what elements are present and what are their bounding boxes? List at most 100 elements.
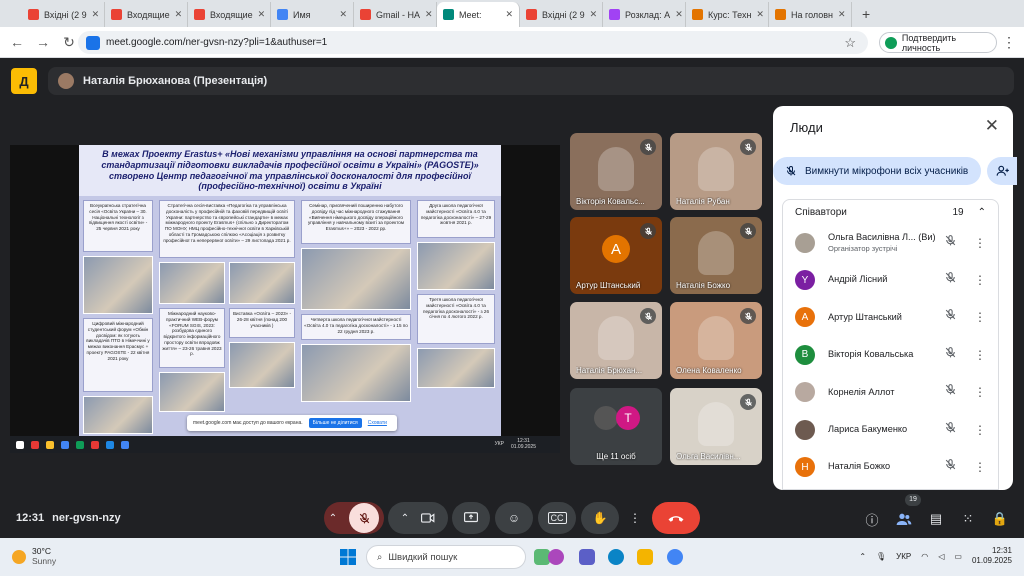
browser-tab[interactable]: Meet: ✕ [437,2,520,27]
volume-icon[interactable]: ◁ [938,552,944,561]
participant-tile[interactable]: Вікторія Ковальс... [570,133,662,210]
close-icon[interactable]: ✕ [985,116,999,136]
captions-button[interactable]: CC [538,502,576,534]
close-icon[interactable]: ✕ [175,9,183,20]
more-vert-icon[interactable]: ⋮ [974,423,986,437]
people-panel-title: Люди [790,120,823,135]
language-indicator[interactable]: УКР [896,552,911,561]
leave-call-button[interactable] [652,502,700,534]
participant-row[interactable]: В Вікторія Ковальська ⋮ [783,336,998,373]
hide-alert-link[interactable]: Сховати [368,420,387,426]
people-icon[interactable] [894,509,914,529]
camera-toggle-button[interactable]: ⌃ [388,502,448,534]
mic-off-icon[interactable] [944,271,960,289]
forward-icon[interactable]: → [34,34,52,50]
chevron-up-icon[interactable]: ⌃ [978,207,986,218]
back-icon[interactable]: ← [8,34,26,50]
more-vert-icon[interactable]: ⋮ [974,273,986,287]
close-icon[interactable]: ✕ [339,9,347,20]
participant-row[interactable]: Н Наталія Божко ⋮ [783,448,998,485]
chevron-up-icon[interactable]: ⌃ [329,513,337,524]
mic-off-icon[interactable] [944,458,960,476]
close-icon[interactable]: ✕ [505,9,513,20]
chrome-icon[interactable] [667,549,683,565]
browser-tab[interactable]: Вхідні (2 9 ✕ [22,2,105,27]
teams-icon[interactable] [579,549,595,565]
chevron-up-icon[interactable]: ⌃ [401,513,409,524]
close-icon[interactable]: ✕ [675,9,683,20]
add-people-button[interactable] [987,157,1017,185]
participant-tile[interactable]: Наталія Рубан [670,133,762,210]
wifi-icon[interactable]: ◠ [921,552,928,561]
close-icon[interactable]: ✕ [590,9,598,20]
mic-off-icon[interactable] [944,346,960,364]
stop-sharing-button[interactable]: Більше не ділитися [308,418,362,428]
close-icon[interactable]: ✕ [425,9,433,20]
more-vert-icon[interactable]: ⋮ [974,236,986,250]
close-icon[interactable]: ✕ [258,9,266,20]
present-screen-button[interactable] [452,502,490,534]
participant-tile[interactable]: Т Ще 11 осіб [570,388,662,465]
taskbar-search-field[interactable]: ⌕ Швидкий пошук [366,545,526,569]
mic-off-icon[interactable] [944,421,960,439]
edge-icon[interactable] [608,549,624,565]
browser-tab[interactable]: Розклад: А ✕ [603,2,686,27]
more-vert-icon[interactable]: ⋮ [974,460,986,474]
host-controls-icon[interactable]: 🔒 [990,509,1010,529]
windows-start-icon[interactable] [340,549,356,565]
browser-tab[interactable]: Входящие ✕ [188,2,271,27]
browser-tab[interactable]: На головн ✕ [769,2,852,27]
participant-tile[interactable]: Наталія Брюхан... [570,302,662,379]
participant-avatar: Y [795,270,815,291]
browser-tab[interactable]: Имя ✕ [271,2,354,27]
group-header[interactable]: Співавтори 19 ⌃ [783,200,998,224]
close-icon[interactable]: ✕ [838,9,846,20]
more-vert-icon[interactable]: ⋮ [974,385,986,399]
meeting-details-icon[interactable]: ⓘ [862,509,882,529]
participant-row[interactable]: А Артур Штанський ⋮ [783,299,998,336]
chevron-up-icon[interactable]: ⌃ [859,552,866,561]
verify-identity-button[interactable]: Подтвердить личность [879,32,997,53]
activities-icon[interactable]: ⁙ [958,509,978,529]
mute-all-button[interactable]: Вимкнути мікрофони всіх учасників [773,157,981,185]
more-vert-icon[interactable]: ⋮ [974,348,986,362]
mic-off-icon[interactable] [944,308,960,326]
participant-tile[interactable]: А Артур Штанський [570,217,662,294]
participant-row[interactable]: Y Андрій Лісний ⋮ [783,261,998,298]
reload-icon[interactable]: ↻ [60,34,78,51]
bookmark-star-icon[interactable]: ☆ [844,35,856,51]
more-options-button[interactable]: ⋮ [624,502,646,534]
mic-off-icon[interactable] [349,503,380,533]
participant-row[interactable]: Корнелія Аллот ⋮ [783,374,998,411]
raise-hand-button[interactable]: ✋ [581,502,619,534]
new-tab-button[interactable]: + [862,6,870,22]
close-icon[interactable]: ✕ [92,9,100,20]
browser-tab[interactable]: Вхідні (2 9 ✕ [520,2,603,27]
system-clock[interactable]: 12:31 01.09.2025 [972,546,1012,567]
participant-tile[interactable]: Ольга Василівн... [670,388,762,465]
participant-row[interactable]: Лариса Бакуменко ⋮ [783,411,998,448]
reactions-button[interactable]: ☺ [495,502,533,534]
mic-off-icon[interactable] [944,383,960,401]
browser-tab[interactable]: Курс: Техн ✕ [686,2,769,27]
browser-tab[interactable]: Входящие ✕ [105,2,188,27]
microphone-icon[interactable]: 🎙 [876,552,886,561]
participant-tile[interactable]: Наталія Божко [670,217,762,294]
browser-menu-icon[interactable]: ⋮ [1002,34,1016,51]
mic-off-icon[interactable] [944,234,960,252]
participant-name-block: Лариса Бакуменко [828,424,938,436]
participant-video [698,402,734,446]
more-vert-icon[interactable]: ⋮ [974,310,986,324]
file-explorer-icon[interactable] [637,549,653,565]
url-field[interactable]: meet.google.com/ner-gvsn-nzy?pli=1&authu… [78,31,868,54]
chat-icon[interactable]: ▤ [926,509,946,529]
participant-row[interactable]: Ольга Василівна Л... (Ви) Організатор зус… [783,224,998,261]
presentation-slide: В межах Проекту Erastus+ «Нові механізми… [79,145,501,436]
close-icon[interactable]: ✕ [756,9,764,20]
battery-icon[interactable]: ▭ [954,552,962,561]
copilot-icon[interactable] [548,549,564,565]
weather-widget[interactable]: 30°C Sunny [12,546,56,567]
browser-tab[interactable]: Gmail - НА ✕ [354,2,437,27]
participant-tile[interactable]: Олена Коваленко [670,302,762,379]
mic-toggle-button[interactable]: ⌃ [324,502,384,534]
